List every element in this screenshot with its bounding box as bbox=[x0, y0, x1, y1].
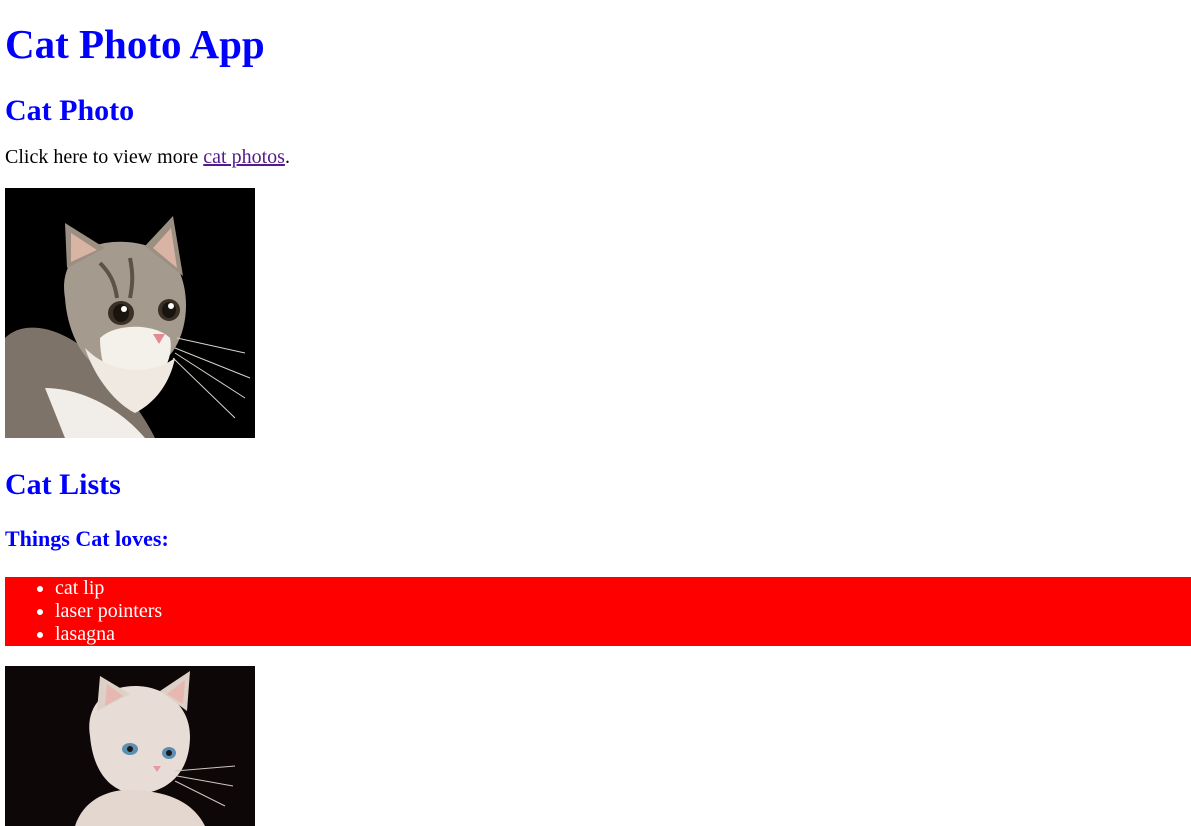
list-item: laser pointers bbox=[55, 600, 1191, 623]
cat-photo-section: Cat Photo Click here to view more cat ph… bbox=[5, 94, 1191, 438]
cat-photo-image[interactable] bbox=[5, 188, 255, 438]
cat-photos-link[interactable]: cat photos bbox=[203, 146, 285, 168]
page: Cat Photo App Cat Photo Click here to vi… bbox=[0, 0, 1191, 826]
intro-paragraph: Click here to view more cat photos. bbox=[5, 145, 1191, 169]
kitten-image bbox=[5, 666, 255, 826]
cat-lists-section: Cat Lists Things Cat loves: cat lip lase… bbox=[5, 468, 1191, 826]
intro-prefix: Click here to view more bbox=[5, 146, 204, 168]
list-item: cat lip bbox=[55, 577, 1191, 600]
cat-lists-heading: Cat Lists bbox=[5, 468, 121, 501]
list-item: lasagna bbox=[55, 623, 1191, 646]
intro-suffix: . bbox=[284, 146, 290, 168]
cat-photo-heading: Cat Photo bbox=[5, 94, 135, 127]
things-cat-loves-heading: Things Cat loves: bbox=[5, 526, 169, 551]
app-title: Cat Photo App bbox=[5, 21, 265, 67]
cat-loves-list: cat lip laser pointers lasagna bbox=[5, 577, 1191, 646]
